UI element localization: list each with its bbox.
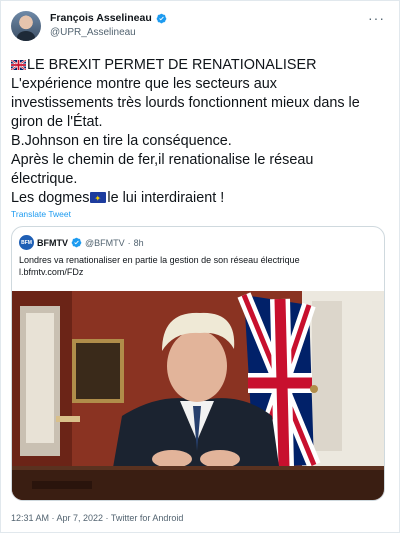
quoted-time[interactable]: 8h xyxy=(134,238,144,248)
tweet-line: électrique. xyxy=(11,171,78,187)
quoted-tweet-text: Londres va renationaliser en partie la g… xyxy=(19,254,300,278)
quoted-link[interactable]: l.bfmtv.com/FDz xyxy=(19,266,300,278)
verified-badge-icon xyxy=(71,237,82,248)
author-handle[interactable]: @UPR_Asselineau xyxy=(50,27,136,38)
tweet-line-text: le lui interdiraient ! xyxy=(107,190,225,206)
tweet-line-text: LE BREXIT PERMET DE RENATIONALISER xyxy=(27,57,317,73)
verified-badge-icon xyxy=(156,13,167,23)
author-avatar[interactable] xyxy=(11,11,41,41)
quoted-author-avatar[interactable]: BFM xyxy=(19,235,34,250)
tweet-line: investissements très lourds fonctionnent… xyxy=(11,95,360,111)
tweet-line-text: Les dogmes xyxy=(11,190,90,206)
author-display-name[interactable]: François Asselineau xyxy=(50,12,152,24)
quoted-tweet-header: BFM BFMTV @BFMTV · 8h xyxy=(19,235,144,250)
quoted-separator: · xyxy=(127,237,131,248)
tweet-line: Les dogmes le lui interdiraient ! xyxy=(11,189,391,208)
quoted-display-name[interactable]: BFMTV xyxy=(37,238,68,248)
translate-tweet-link[interactable]: Translate Tweet xyxy=(11,209,71,219)
tweet-line: LE BREXIT PERMET DE RENATIONALISER xyxy=(11,56,391,75)
eu-flag-emoji xyxy=(90,189,107,208)
quoted-tweet-card[interactable]: BFM BFMTV @BFMTV · 8h Londres va renatio… xyxy=(11,226,385,501)
tweet-line: L'expérience montre que les secteurs aux xyxy=(11,76,277,92)
tweet-line: giron de l'État. xyxy=(11,114,103,130)
tweet-line: B.Johnson en tire la conséquence. xyxy=(11,133,232,149)
quoted-handle[interactable]: @BFMTV xyxy=(85,238,125,248)
tweet-text: LE BREXIT PERMET DE RENATIONALISER L'exp… xyxy=(11,56,391,208)
quoted-text-line: Londres va renationaliser en partie la g… xyxy=(19,255,300,265)
quoted-media-photo[interactable] xyxy=(12,291,385,501)
tweet-timestamp[interactable]: 12:31 AM · Apr 7, 2022 · Twitter for And… xyxy=(11,513,183,523)
tweet-line: Après le chemin de fer,il renationalise … xyxy=(11,152,314,168)
uk-flag-emoji xyxy=(11,60,26,70)
tweet-card: François Asselineau @UPR_Asselineau ··· … xyxy=(0,0,400,533)
more-options-icon[interactable]: ··· xyxy=(368,11,385,25)
author-name-row: François Asselineau xyxy=(50,12,167,24)
